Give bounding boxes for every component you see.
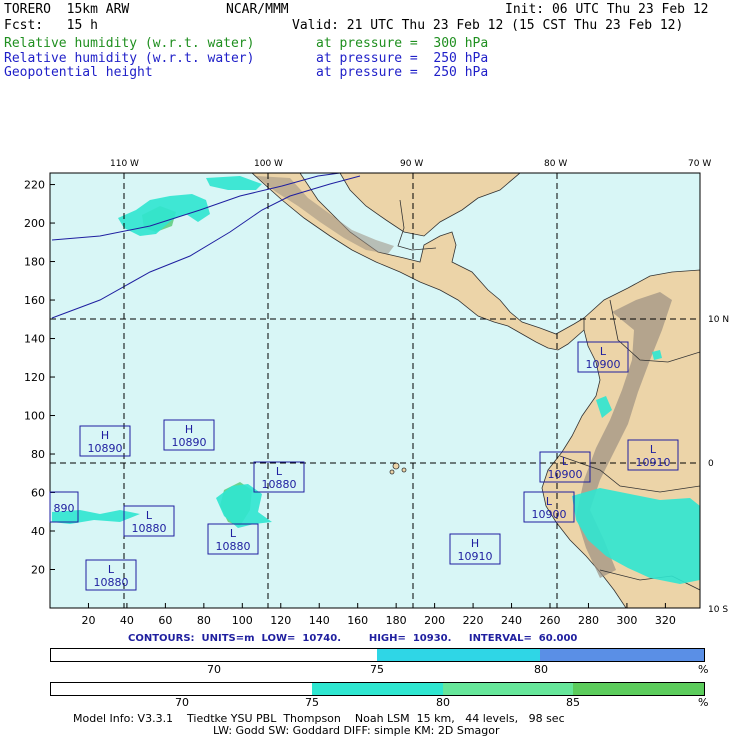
colorbar-label: 80 bbox=[534, 663, 548, 676]
colorbar-label: 85 bbox=[566, 696, 580, 709]
lon-label: 110 W bbox=[110, 159, 139, 169]
contour-info: CONTOURS: UNITS=m LOW= 10740. HIGH= 1093… bbox=[128, 633, 578, 644]
lat-label: 10 S bbox=[708, 605, 728, 615]
galapagos-island bbox=[392, 462, 400, 470]
y-tick-label: 20 bbox=[31, 564, 45, 577]
x-tick-label: 20 bbox=[81, 614, 95, 627]
center-value: 10890 bbox=[172, 436, 207, 449]
y-tick-label: 200 bbox=[24, 217, 45, 230]
center-type: L bbox=[562, 455, 569, 468]
x-tick-label: 40 bbox=[120, 614, 134, 627]
y-tick-label: 60 bbox=[31, 487, 45, 500]
center-type: H bbox=[471, 537, 479, 550]
lon-label: 100 W bbox=[254, 159, 283, 169]
lon-label: 80 W bbox=[544, 159, 567, 169]
colorbar-300hpa bbox=[50, 682, 705, 696]
colorbar-label: % bbox=[698, 663, 709, 676]
colorbar-label: 75 bbox=[305, 696, 319, 709]
center-value: 10900 bbox=[586, 358, 621, 371]
center-type: L bbox=[650, 443, 657, 456]
colorbar-label: 75 bbox=[370, 663, 384, 676]
y-tick-label: 180 bbox=[24, 256, 45, 269]
x-tick-label: 140 bbox=[309, 614, 330, 627]
colorbar-label: 70 bbox=[207, 663, 221, 676]
center-type: L bbox=[600, 345, 607, 358]
center-value: 10900 bbox=[532, 508, 567, 521]
center-value: 10900 bbox=[548, 468, 583, 481]
center-type: L bbox=[276, 465, 283, 478]
center-value: 10880 bbox=[216, 540, 251, 553]
center-value: 10910 bbox=[458, 550, 493, 563]
x-tick-label: 200 bbox=[424, 614, 445, 627]
galapagos-island bbox=[389, 469, 395, 475]
colorbar-label: % bbox=[698, 696, 709, 709]
lat-label: 10 N bbox=[708, 315, 729, 325]
x-tick-label: 220 bbox=[463, 614, 484, 627]
forecast-map: 110 W 100 W 90 W 80 W 70 W 10 N 0 10 S 2… bbox=[24, 159, 729, 627]
center-value: 10880 bbox=[262, 478, 297, 491]
colorbar-250hpa bbox=[50, 648, 705, 662]
x-tick-label: 300 bbox=[616, 614, 637, 627]
colorbar-label: 80 bbox=[436, 696, 450, 709]
lon-label: 70 W bbox=[688, 159, 711, 169]
y-tick-label: 160 bbox=[24, 294, 45, 307]
center-value: 10890 bbox=[88, 442, 123, 455]
y-tick-label: 40 bbox=[31, 525, 45, 538]
center-type: H bbox=[101, 429, 109, 442]
x-tick-label: 180 bbox=[386, 614, 407, 627]
colorbar-segment bbox=[51, 649, 377, 661]
y-tick-label: 80 bbox=[31, 448, 45, 461]
colorbar-segment bbox=[51, 683, 312, 695]
x-tick-label: 120 bbox=[270, 614, 291, 627]
x-tick-label: 100 bbox=[232, 614, 253, 627]
colorbar-segment bbox=[377, 649, 540, 661]
x-tick-label: 80 bbox=[197, 614, 211, 627]
y-tick-label: 140 bbox=[24, 333, 45, 346]
y-tick-label: 100 bbox=[24, 410, 45, 423]
colorbar-segment bbox=[573, 683, 704, 695]
colorbar-label: 70 bbox=[175, 696, 189, 709]
center-value: 10880 bbox=[132, 522, 167, 535]
center-value: 10880 bbox=[94, 576, 129, 589]
x-tick-label: 160 bbox=[347, 614, 368, 627]
colorbar-segment bbox=[443, 683, 573, 695]
lon-label: 90 W bbox=[400, 159, 423, 169]
x-tick-label: 260 bbox=[540, 614, 561, 627]
x-tick-label: 280 bbox=[578, 614, 599, 627]
center-type: H bbox=[185, 423, 193, 436]
y-tick-label: 220 bbox=[24, 179, 45, 192]
physics-info: LW: Godd SW: Goddard DIFF: simple KM: 2D… bbox=[213, 724, 500, 737]
colorbar-segment bbox=[540, 649, 704, 661]
x-tick-label: 60 bbox=[158, 614, 172, 627]
colorbar-segment bbox=[312, 683, 443, 695]
center-type: L bbox=[108, 563, 115, 576]
center-type: L bbox=[230, 527, 237, 540]
x-tick-label: 320 bbox=[655, 614, 676, 627]
center-value: 10910 bbox=[636, 456, 671, 469]
center-type: L bbox=[546, 495, 553, 508]
x-tick-label: 240 bbox=[501, 614, 522, 627]
galapagos-island bbox=[401, 467, 407, 473]
center-value: 890 bbox=[54, 502, 75, 515]
center-type: L bbox=[146, 509, 153, 522]
y-tick-label: 120 bbox=[24, 371, 45, 384]
lat-label: 0 bbox=[708, 459, 714, 469]
